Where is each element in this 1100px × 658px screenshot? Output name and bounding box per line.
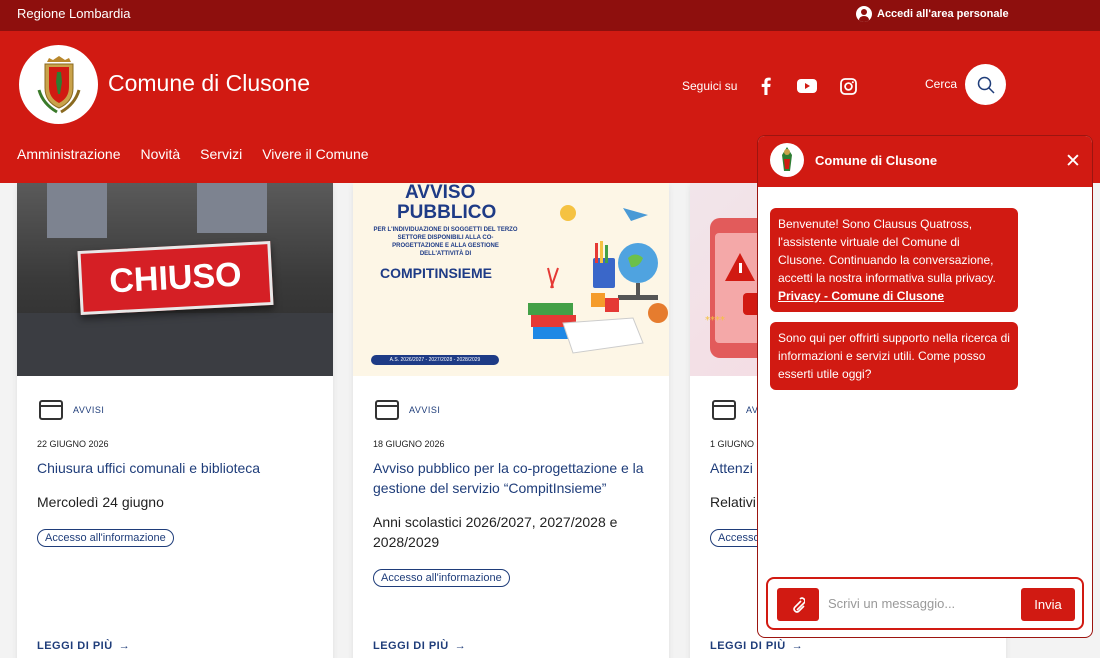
arrow-right-icon: → (454, 640, 467, 652)
category-label[interactable]: AVVISI (73, 405, 104, 415)
nav-item-novita[interactable]: Novità (140, 146, 180, 162)
attach-button[interactable] (777, 588, 819, 621)
search-button[interactable] (965, 64, 1006, 105)
image-headline-2: PUBBLICO (397, 202, 497, 223)
login-label: Accedi all'area personale (877, 8, 1009, 20)
chat-message: Sono qui per offrirti supporto nella ric… (770, 322, 1018, 390)
top-bar: Regione Lombardia Accedi all'area person… (0, 0, 1100, 31)
chat-message: Benvenute! Sono Clausus Quatross, l'assi… (770, 208, 1018, 312)
card-image-closed-sign[interactable]: CHIUSO (17, 183, 333, 376)
calendar-icon (39, 400, 63, 420)
news-card[interactable]: CHIUSO AVVISI 22 GIUGNO 2026 Chiusura uf… (17, 183, 333, 658)
card-date: 22 GIUGNO 2026 (37, 439, 109, 449)
coat-of-arms-logo[interactable] (19, 45, 98, 124)
card-title[interactable]: Avviso pubblico per la co-progettazione … (373, 458, 653, 498)
warning-phone-illustration: **** (705, 218, 765, 358)
card-image-avviso-pubblico[interactable]: AVVISO PUBBLICO PER L'INDIVIDUAZIONE DI … (353, 183, 669, 376)
chat-input-area: Scrivi un messaggio... Invia (766, 577, 1084, 630)
card-description: Anni scolastici 2026/2027, 2027/2028 e 2… (373, 514, 618, 550)
calendar-icon (712, 400, 736, 420)
nav-item-amministrazione[interactable]: Amministrazione (17, 146, 120, 162)
arrow-right-icon: → (791, 640, 804, 652)
send-button[interactable]: Invia (1021, 588, 1075, 621)
main-navigation: Amministrazione Novità Servizi Vivere il… (17, 146, 369, 162)
read-more-label: LEGGI DI PIÙ (37, 640, 113, 652)
nav-item-vivere-il-comune[interactable]: Vivere il Comune (262, 146, 368, 162)
chat-avatar (770, 143, 804, 177)
social-links: Seguici su (682, 75, 878, 97)
image-headline-1: AVVISO (405, 183, 476, 203)
card-tag-pill[interactable]: Accesso all'informazione (37, 529, 174, 547)
follow-label: Seguici su (682, 79, 738, 93)
youtube-icon[interactable] (796, 75, 818, 97)
card-description: Mercoledì 24 giugno (37, 494, 164, 510)
image-years: A.S. 2026/2027 - 2027/2028 - 2028/2029 (371, 355, 499, 365)
instagram-icon[interactable] (837, 75, 859, 97)
card-category: AV (712, 400, 758, 420)
read-more-link[interactable]: LEGGI DI PIÙ → (37, 640, 130, 652)
chat-widget: Comune di Clusone ✕ Benvenute! Sono Clau… (757, 135, 1093, 638)
search-label: Cerca (925, 77, 958, 91)
user-icon (856, 6, 872, 22)
login-link[interactable]: Accedi all'area personale (856, 6, 1009, 22)
read-more-label: LEGGI DI PIÙ (710, 640, 786, 652)
read-more-label: LEGGI DI PIÙ (373, 640, 449, 652)
search-icon (977, 76, 995, 94)
facebook-icon[interactable] (755, 75, 777, 97)
read-more-link[interactable]: LEGGI DI PIÙ → (710, 640, 803, 652)
card-date: 18 GIUGNO 2026 (373, 439, 445, 449)
card-category: AVVISI (375, 400, 440, 420)
calendar-icon (375, 400, 399, 420)
category-label[interactable]: AVVISI (409, 405, 440, 415)
close-icon[interactable]: ✕ (1065, 150, 1081, 172)
svg-text:****: **** (705, 315, 725, 326)
image-program: COMPITINSIEME (380, 265, 493, 281)
card-title[interactable]: Chiusura uffici comunali e biblioteca (37, 458, 317, 478)
privacy-link[interactable]: Privacy - Comune di Clusone (778, 289, 944, 303)
card-category: AVVISI (39, 400, 104, 420)
paperclip-icon (793, 596, 805, 613)
card-tag-pill[interactable]: Accesso all'informazione (373, 569, 510, 587)
arrow-right-icon: → (118, 640, 131, 652)
chat-title: Comune di Clusone (815, 153, 938, 168)
message-input[interactable]: Scrivi un messaggio... (828, 596, 955, 611)
school-supplies-illustration (528, 205, 668, 354)
image-subtitle: PER L'INDIVIDUAZIONE DI SOGGETTI DEL TER… (373, 227, 518, 257)
region-link[interactable]: Regione Lombardia (17, 6, 130, 21)
news-card[interactable]: AVVISO PUBBLICO PER L'INDIVIDUAZIONE DI … (353, 183, 669, 658)
chiuso-sign: CHIUSO (77, 240, 274, 316)
read-more-link[interactable]: LEGGI DI PIÙ → (373, 640, 466, 652)
nav-item-servizi[interactable]: Servizi (200, 146, 242, 162)
chat-header: Comune di Clusone ✕ (758, 136, 1092, 187)
site-title[interactable]: Comune di Clusone (108, 70, 310, 97)
